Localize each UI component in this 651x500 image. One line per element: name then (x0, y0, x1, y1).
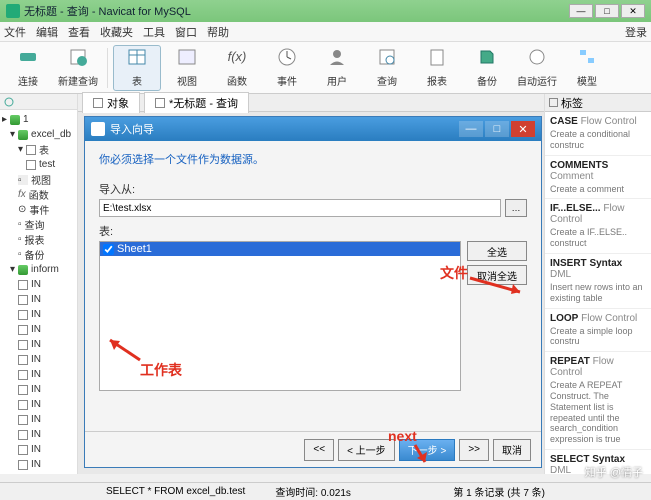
snippet-item[interactable]: INSERT Syntax DMLInsert new rows into an… (545, 254, 651, 309)
dialog-min-icon[interactable]: — (459, 121, 483, 137)
tree-in-item[interactable]: IN (2, 337, 75, 352)
snippet-item[interactable]: IF...ELSE... Flow ControlCreate a IF..EL… (545, 199, 651, 254)
tree-in-item[interactable]: IN (2, 412, 75, 427)
status-time: 查询时间: 0.021s (275, 484, 351, 499)
tree-inform[interactable]: ▾inform (2, 262, 75, 277)
menu-fav[interactable]: 收藏夹 (100, 24, 133, 40)
sidebar: ▸1 ▾excel_db ▾表 test ▫视图 fx函数 ⊙事件 ▫查询 ▫报… (0, 94, 78, 474)
tree-in-item[interactable]: IN (2, 427, 75, 442)
first-button[interactable]: << (304, 439, 334, 461)
chevron-down-icon (549, 98, 558, 107)
toolbar: 连接 新建查询 表 视图 f(x)函数 事件 用户 查询 报表 备份 自动运行 … (0, 42, 651, 94)
table-button[interactable]: 表 (113, 45, 161, 91)
event-button[interactable]: 事件 (263, 45, 311, 91)
menu-tools[interactable]: 工具 (143, 24, 165, 40)
tree-in-item[interactable]: IN (2, 382, 75, 397)
snippet-item[interactable]: LOOP Flow ControlCreate a simple loop co… (545, 309, 651, 353)
minimize-icon[interactable]: — (569, 4, 593, 18)
tree-db[interactable]: ▾excel_db (2, 127, 75, 142)
status-sql: SELECT * FROM excel_db.test (106, 486, 245, 497)
tree-test[interactable]: test (2, 157, 75, 172)
prev-button[interactable]: < 上一步 (338, 439, 395, 461)
menu-login[interactable]: 登录 (625, 24, 647, 40)
instruction-text: 你必须选择一个文件作为数据源。 (99, 151, 527, 167)
status-rec: 第 1 条记录 (共 7 条) (453, 484, 545, 499)
snippet-item[interactable]: COMMENTS CommentCreate a comment (545, 156, 651, 200)
tree-in-item[interactable]: IN (2, 457, 75, 472)
function-button[interactable]: f(x)函数 (213, 45, 261, 91)
main-area: ▸1 ▾excel_db ▾表 test ▫视图 fx函数 ⊙事件 ▫查询 ▫报… (0, 94, 651, 474)
tree-backups[interactable]: ▫备份 (2, 247, 75, 262)
watermark: 知乎 @情子 (585, 464, 643, 480)
menu-view[interactable]: 查看 (68, 24, 90, 40)
right-panel: 标签 CASE Flow ControlCreate a conditional… (544, 94, 651, 474)
title-bar: 无标题 - 查询 - Navicat for MySQL — □ ✕ (0, 0, 651, 22)
tree-in-item[interactable]: IN (2, 352, 75, 367)
window-title: 无标题 - 查询 - Navicat for MySQL (24, 3, 567, 19)
select-all-button[interactable]: 全选 (467, 241, 527, 261)
cancel-button[interactable]: 取消 (493, 439, 531, 461)
backup-button[interactable]: 备份 (463, 45, 511, 91)
app-icon (6, 4, 20, 18)
tree-in-item[interactable]: IN (2, 367, 75, 382)
status-bar: SELECT * FROM excel_db.test 查询时间: 0.021s… (0, 482, 651, 500)
autorun-button[interactable]: 自动运行 (513, 45, 561, 91)
wizard-icon (91, 122, 105, 136)
tree-in-item[interactable]: IN (2, 442, 75, 457)
sheet-checkbox[interactable] (103, 244, 114, 255)
user-button[interactable]: 用户 (313, 45, 361, 91)
panel-tab[interactable]: 标签 (545, 94, 651, 112)
file-path-input[interactable] (99, 199, 501, 217)
maximize-icon[interactable]: □ (595, 4, 619, 18)
dialog-title: 导入向导 (110, 121, 154, 137)
table-label: 表: (99, 223, 527, 239)
close-icon[interactable]: ✕ (621, 4, 645, 18)
menu-edit[interactable]: 编辑 (36, 24, 58, 40)
sheet-list[interactable]: Sheet1 (99, 241, 461, 391)
tree-in-item[interactable]: IN (2, 322, 75, 337)
sheet-item[interactable]: Sheet1 (100, 242, 460, 256)
tree-views[interactable]: ▫视图 (2, 172, 75, 187)
report-button[interactable]: 报表 (413, 45, 461, 91)
tree-events[interactable]: ⊙事件 (2, 202, 75, 217)
dialog-close-icon[interactable]: ✕ (511, 121, 535, 137)
query-button[interactable]: 查询 (363, 45, 411, 91)
tab-objects[interactable]: 对象 (82, 92, 140, 113)
tab-untitled[interactable]: *无标题 - 查询 (144, 92, 249, 113)
tree-in-item[interactable]: IN (2, 397, 75, 412)
tab-bar: 对象 *无标题 - 查询 (78, 94, 544, 112)
model-button[interactable]: 模型 (563, 45, 611, 91)
tree-in-item[interactable]: IN (2, 292, 75, 307)
tree-reports[interactable]: ▫报表 (2, 232, 75, 247)
deselect-all-button[interactable]: 取消全选 (467, 265, 527, 285)
refresh-icon[interactable] (4, 97, 14, 107)
dialog-title-bar[interactable]: 导入向导 — □ ✕ (85, 117, 541, 141)
menu-help[interactable]: 帮助 (207, 24, 229, 40)
tree-conn[interactable]: ▸1 (2, 112, 75, 127)
tree-fx[interactable]: fx函数 (2, 187, 75, 202)
browse-button[interactable]: … (505, 199, 527, 217)
connect-button[interactable]: 连接 (4, 45, 52, 91)
dialog-footer: << < 上一步 下一步 > >> 取消 (85, 431, 541, 467)
view-button[interactable]: 视图 (163, 45, 211, 91)
import-wizard-dialog: 导入向导 — □ ✕ 你必须选择一个文件作为数据源。 导入从: … 表: (84, 116, 542, 468)
menu-bar: 文件 编辑 查看 收藏夹 工具 窗口 帮助 登录 (0, 22, 651, 42)
last-button[interactable]: >> (459, 439, 489, 461)
import-from-label: 导入从: (99, 181, 527, 197)
menu-window[interactable]: 窗口 (175, 24, 197, 40)
snippet-item[interactable]: CASE Flow ControlCreate a conditional co… (545, 112, 651, 156)
content-area: 对象 *无标题 - 查询 导入向导 — □ ✕ 你必须选择一个文件作为数据源。 … (78, 94, 544, 474)
snippet-item[interactable]: REPEAT Flow ControlCreate A REPEAT Const… (545, 352, 651, 450)
next-button[interactable]: 下一步 > (399, 439, 456, 461)
tree-in-item[interactable]: IN (2, 277, 75, 292)
menu-file[interactable]: 文件 (4, 24, 26, 40)
tree-tables[interactable]: ▾表 (2, 142, 75, 157)
dialog-max-icon[interactable]: □ (485, 121, 509, 137)
tree-in-item[interactable]: IN (2, 307, 75, 322)
new-query-button[interactable]: 新建查询 (54, 45, 102, 91)
tree-queries[interactable]: ▫查询 (2, 217, 75, 232)
